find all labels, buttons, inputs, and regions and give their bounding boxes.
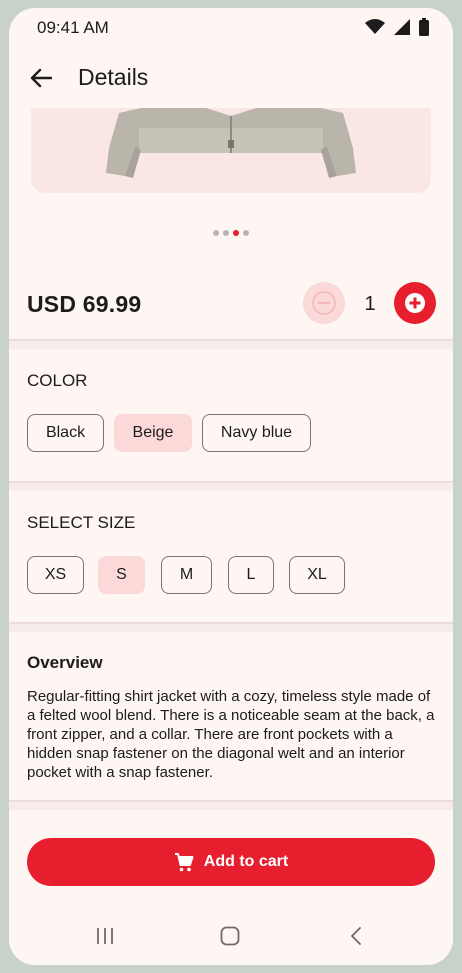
carousel-dot-active[interactable]	[233, 230, 239, 236]
add-to-cart-label: Add to cart	[203, 853, 289, 870]
color-chip-navy-blue[interactable]: Navy blue	[202, 414, 311, 452]
carousel-dot[interactable]	[243, 230, 249, 236]
divider	[9, 339, 453, 349]
screen: 09:41 AM Details USD 69.99 1 COLOR Black…	[9, 8, 453, 965]
recents-icon	[97, 928, 113, 944]
carousel-dot[interactable]	[223, 230, 229, 236]
overview-title: Overview	[27, 653, 103, 672]
divider	[9, 481, 453, 491]
device-frame: 09:41 AM Details USD 69.99 1 COLOR Black…	[0, 0, 462, 973]
color-chip-beige[interactable]: Beige	[114, 414, 192, 452]
size-chip-l[interactable]: L	[228, 556, 274, 594]
wifi-icon	[365, 19, 385, 34]
size-label: SELECT SIZE	[27, 513, 136, 532]
minus-icon	[312, 291, 336, 315]
back-button[interactable]	[23, 60, 59, 96]
back-arrow-icon	[30, 68, 52, 88]
divider	[9, 800, 453, 810]
system-back-button[interactable]	[341, 922, 371, 950]
size-chip-s[interactable]: S	[98, 556, 145, 594]
size-chip-xs[interactable]: XS	[27, 556, 84, 594]
decrease-quantity-button[interactable]	[303, 282, 345, 324]
home-icon	[220, 926, 240, 946]
recents-button[interactable]	[90, 922, 120, 950]
color-chip-black[interactable]: Black	[27, 414, 104, 452]
page-title: Details	[78, 64, 149, 90]
plus-icon	[405, 293, 425, 313]
carousel-dots	[9, 230, 453, 236]
status-bar: 09:41 AM	[9, 8, 453, 46]
product-price: USD 69.99	[27, 291, 142, 317]
add-to-cart-button[interactable]: Add to cart	[27, 838, 435, 886]
quantity-value: 1	[364, 293, 376, 315]
status-icons	[365, 18, 429, 36]
battery-icon	[419, 18, 429, 36]
top-app-bar: Details	[9, 46, 453, 108]
cart-icon	[174, 852, 194, 871]
color-label: COLOR	[27, 371, 88, 390]
overview-text: Regular-fitting shirt jacket with a cozy…	[27, 688, 435, 781]
increase-quantity-button[interactable]	[394, 282, 436, 324]
divider	[9, 622, 453, 632]
size-chip-xl[interactable]: XL	[289, 556, 345, 594]
back-nav-icon	[351, 927, 361, 945]
size-chip-m[interactable]: M	[161, 556, 212, 594]
status-time: 09:41 AM	[37, 18, 109, 37]
system-navigation-bar	[9, 908, 453, 965]
home-button[interactable]	[215, 922, 245, 950]
carousel-dot[interactable]	[213, 230, 219, 236]
signal-icon	[394, 19, 410, 35]
